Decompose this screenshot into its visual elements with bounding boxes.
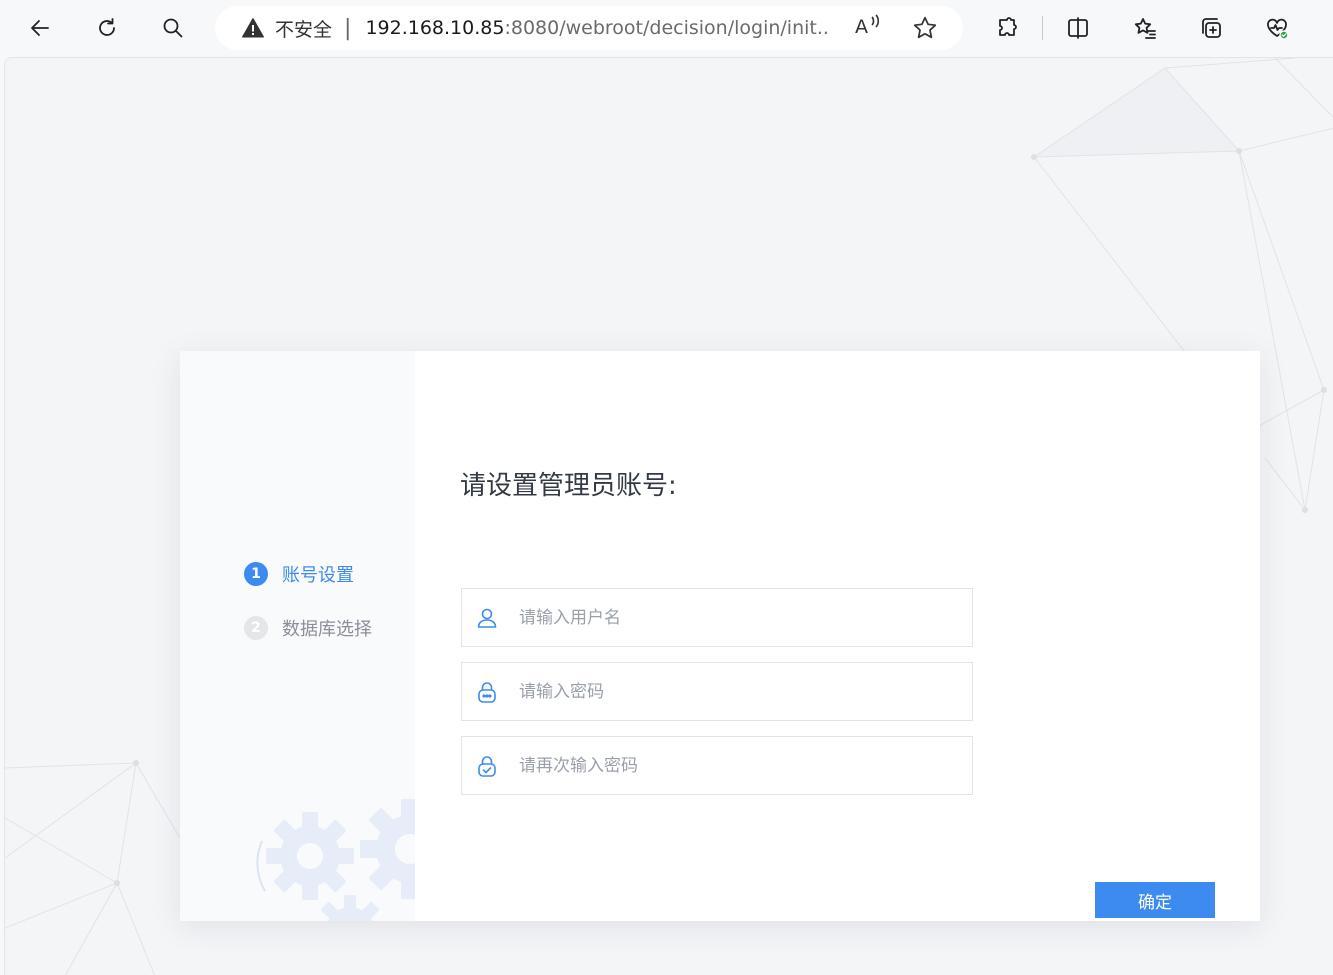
confirm-button[interactable]: 确定 <box>1095 882 1215 918</box>
step-sidebar: 1 账号设置 2 数据库选择 <box>180 351 415 921</box>
browser-essentials-button[interactable] <box>1257 8 1297 48</box>
step-label: 账号设置 <box>282 565 354 586</box>
setup-dialog: 1 账号设置 2 数据库选择 请设置管理员账号: 请输入用户名 确定 <box>180 351 1260 921</box>
split-screen-button[interactable] <box>1058 8 1098 48</box>
lock-check-icon <box>475 754 499 778</box>
password-field[interactable] <box>461 662 973 721</box>
lock-icon <box>475 680 499 704</box>
split-screen-icon <box>1068 17 1088 39</box>
security-status[interactable]: 不安全 <box>275 15 332 42</box>
refresh-button[interactable] <box>87 8 127 48</box>
user-icon <box>475 606 499 630</box>
password-confirm-field[interactable] <box>461 736 973 795</box>
username-input[interactable] <box>519 597 949 638</box>
toolbar-divider <box>1042 16 1043 40</box>
back-button[interactable] <box>20 8 60 48</box>
collections-button[interactable] <box>1191 8 1231 48</box>
gears-decoration-icon <box>256 799 415 921</box>
browser-toolbar: 不安全 | 192.168.10.85:8080/webroot/decisio… <box>0 0 1333 56</box>
favorite-star-icon[interactable] <box>912 15 938 41</box>
username-field[interactable] <box>461 588 973 647</box>
password-input[interactable] <box>519 671 949 712</box>
step-number: 1 <box>244 562 268 586</box>
step-label: 数据库选择 <box>282 619 372 640</box>
password-confirm-input[interactable] <box>519 745 949 786</box>
search-button[interactable] <box>153 8 193 48</box>
extensions-icon <box>999 17 1017 36</box>
address-separator: | <box>344 15 352 41</box>
step-account-settings[interactable]: 1 账号设置 <box>244 561 354 587</box>
address-bar[interactable]: 不安全 | 192.168.10.85:8080/webroot/decisio… <box>215 6 963 50</box>
url-host: 192.168.10.85 <box>365 17 505 39</box>
page-viewport: 1 账号设置 2 数据库选择 请设置管理员账号: 请输入用户名 确定 <box>4 57 1333 975</box>
search-icon <box>163 18 183 38</box>
favorites-button[interactable] <box>1125 8 1165 48</box>
collections-icon <box>1202 18 1221 38</box>
url-path: :8080/webroot/decision/login/init... <box>504 17 828 39</box>
form-title: 请设置管理员账号: <box>460 471 677 501</box>
read-aloud-label: A <box>855 16 868 38</box>
browser-essentials-icon <box>1267 18 1289 40</box>
step-database-selection[interactable]: 2 数据库选择 <box>244 615 372 641</box>
extensions-button[interactable] <box>987 8 1027 48</box>
url-text[interactable]: 192.168.10.85:8080/webroot/decision/logi… <box>365 17 827 39</box>
step-number: 2 <box>244 616 268 640</box>
refresh-icon <box>99 18 115 36</box>
back-icon <box>31 20 49 36</box>
favorites-icon <box>1134 18 1156 39</box>
read-aloud-icon[interactable]: A <box>855 14 881 40</box>
warning-icon <box>242 18 264 38</box>
